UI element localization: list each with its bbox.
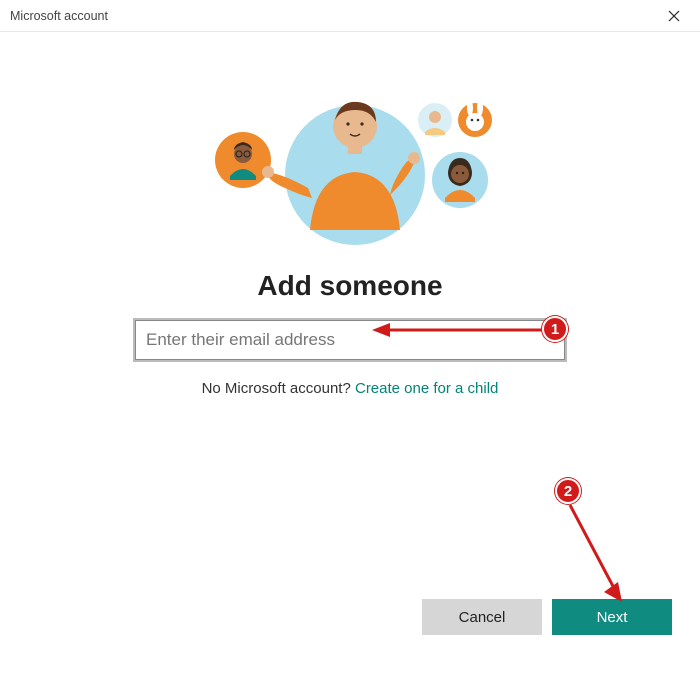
window-title: Microsoft account xyxy=(10,9,108,23)
annotation-arrow-2 xyxy=(560,500,640,610)
dialog-footer: Cancel Next xyxy=(422,599,672,635)
email-input[interactable] xyxy=(135,320,565,360)
annotation-badge-2: 2 xyxy=(555,478,581,504)
dialog-content: Add someone No Microsoft account? Create… xyxy=(0,32,700,397)
page-title: Add someone xyxy=(257,270,442,302)
create-child-link[interactable]: Create one for a child xyxy=(355,380,498,397)
close-icon xyxy=(668,10,680,22)
cancel-button[interactable]: Cancel xyxy=(422,599,542,635)
no-account-line: No Microsoft account? Create one for a c… xyxy=(202,380,499,397)
annotation-badge-1: 1 xyxy=(542,316,568,342)
next-button[interactable]: Next xyxy=(552,599,672,635)
close-button[interactable] xyxy=(660,4,688,28)
family-illustration xyxy=(190,80,510,260)
no-account-text: No Microsoft account? xyxy=(202,380,355,397)
titlebar: Microsoft account xyxy=(0,0,700,32)
